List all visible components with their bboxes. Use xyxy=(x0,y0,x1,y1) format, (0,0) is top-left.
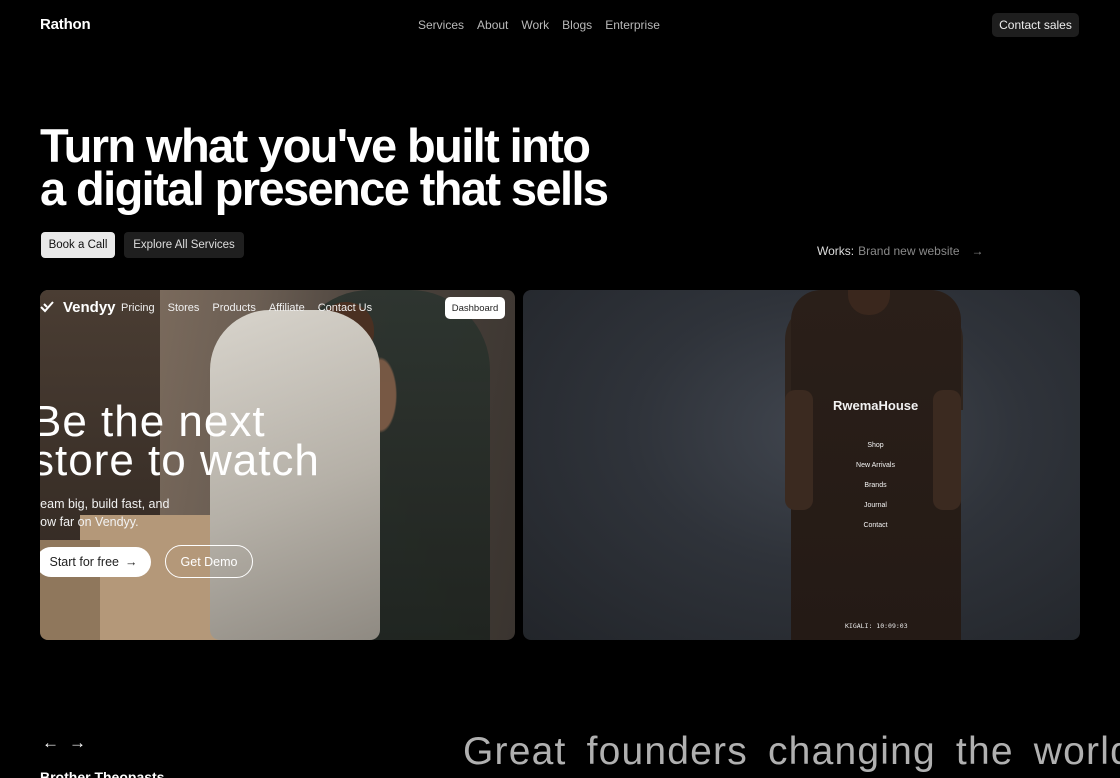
explore-services-button[interactable]: Explore All Services xyxy=(124,232,244,258)
contact-sales-button[interactable]: Contact sales xyxy=(992,13,1079,37)
vendyy-start-label: Start for free xyxy=(49,555,119,569)
hero-title-line2: a digital presence that sells xyxy=(40,162,609,215)
nav-services[interactable]: Services xyxy=(418,18,464,32)
rwemahouse-menu-contact[interactable]: Contact xyxy=(863,520,887,531)
nav-work[interactable]: Work xyxy=(521,18,549,32)
arrow-left-icon[interactable]: ← xyxy=(42,733,59,753)
rwemahouse-menu: Shop New Arrivals Brands Journal Contact xyxy=(843,440,908,531)
vendyy-nav-affiliate[interactable]: Affiliate xyxy=(269,302,305,314)
arrow-right-icon[interactable]: → xyxy=(69,733,86,753)
rwemahouse-menu-new-arrivals[interactable]: New Arrivals xyxy=(856,460,895,471)
vendyy-nav: Pricing Stores Products Affiliate Contac… xyxy=(121,302,372,314)
brand-logo[interactable]: Rathon xyxy=(40,16,91,33)
works-value: Brand new website xyxy=(858,244,960,258)
vendyy-nav-stores[interactable]: Stores xyxy=(168,302,200,314)
rwemahouse-clock: KIGALI: 10:09:03 xyxy=(845,622,908,630)
vendyy-nav-products[interactable]: Products xyxy=(212,302,255,314)
nav-about[interactable]: About xyxy=(477,18,508,32)
rwemahouse-menu-shop[interactable]: Shop xyxy=(867,440,883,451)
vendyy-headline-line2: store to watch xyxy=(40,436,320,485)
vendyy-logo-icon xyxy=(40,301,54,313)
vendyy-demo-button[interactable]: Get Demo xyxy=(165,545,253,578)
vendyy-dashboard-button[interactable]: Dashboard xyxy=(445,297,505,319)
rwemahouse-menu-brands[interactable]: Brands xyxy=(864,480,886,491)
rwemahouse-menu-journal[interactable]: Journal xyxy=(864,500,887,511)
vendyy-subtext-line2: row far on Vendyy. xyxy=(40,515,139,529)
arrow-right-icon: → xyxy=(971,244,984,258)
vendyy-logo[interactable]: Vendyy xyxy=(63,299,116,316)
nav-blogs[interactable]: Blogs xyxy=(562,18,592,32)
vendyy-subtext-line1: ream big, build fast, and xyxy=(40,497,170,511)
testimonial-name: Brother Theopasts xyxy=(40,769,165,778)
vendyy-start-button[interactable]: Start for free → xyxy=(40,547,151,577)
vendyy-nav-pricing[interactable]: Pricing xyxy=(121,302,155,314)
founders-headline: Great founders changing the world xyxy=(463,730,1120,773)
arrow-right-icon: → xyxy=(124,555,138,569)
vendyy-showcase-card[interactable]: Vendyy Pricing Stores Products Affiliate… xyxy=(40,290,515,640)
vendyy-nav-contact[interactable]: Contact Us xyxy=(318,302,372,314)
hero-title: Turn what you've built into a digital pr… xyxy=(40,122,660,212)
works-link[interactable]: Works: Brand new website → xyxy=(817,244,984,258)
rwemahouse-showcase-card[interactable]: RwemaHouse Shop New Arrivals Brands Jour… xyxy=(523,290,1080,640)
vendyy-headline: Be the next store to watch xyxy=(40,400,320,483)
top-nav: Services About Work Blogs Enterprise xyxy=(418,18,660,32)
carousel-controls: ← → xyxy=(42,733,86,753)
book-call-button[interactable]: Book a Call xyxy=(41,232,115,258)
rwemahouse-title: RwemaHouse xyxy=(833,398,919,413)
works-label: Works: xyxy=(817,244,855,258)
nav-enterprise[interactable]: Enterprise xyxy=(605,18,660,32)
model-arm-right xyxy=(933,390,961,510)
model-arm-left xyxy=(785,390,813,510)
vendyy-subtext: ream big, build fast, and row far on Ven… xyxy=(40,495,186,531)
